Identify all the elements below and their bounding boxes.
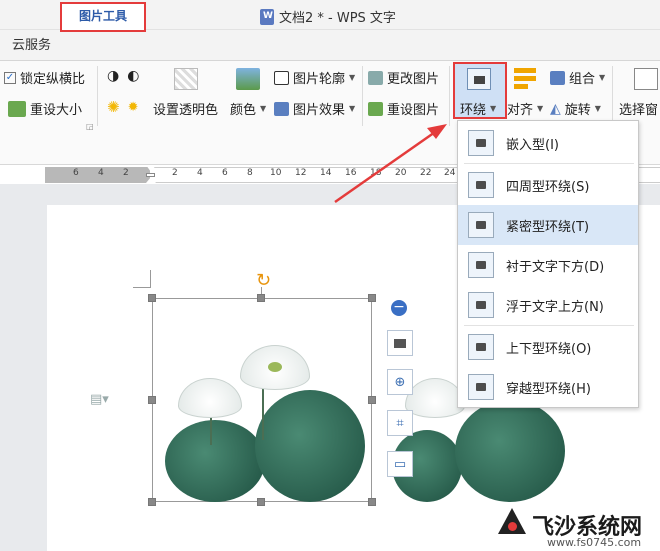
- menu-item-inline[interactable]: 嵌入型(I): [458, 123, 638, 163]
- behind-text-icon: [468, 252, 494, 278]
- menu-item-label: 紧密型环绕(T): [506, 219, 590, 235]
- through-wrap-icon: [468, 374, 494, 400]
- tight-wrap-icon: [468, 212, 494, 238]
- menu-item-label: 穿越型环绕(H): [506, 381, 591, 397]
- inline-wrap-icon: [468, 130, 494, 156]
- menu-item-label: 衬于文字下方(D): [506, 259, 605, 275]
- menu-item-in-front-of-text[interactable]: 浮于文字上方(N): [458, 285, 638, 325]
- menu-item-square[interactable]: 四周型环绕(S): [458, 165, 638, 205]
- menu-item-tight[interactable]: 紧密型环绕(T): [458, 205, 638, 245]
- menu-item-label: 浮于文字上方(N): [506, 299, 604, 315]
- watermark-url: www.fs0745.com: [547, 536, 642, 549]
- menu-item-top-bottom[interactable]: 上下型环绕(O): [458, 327, 638, 367]
- menu-item-through[interactable]: 穿越型环绕(H): [458, 367, 638, 407]
- menu-divider: [464, 325, 634, 326]
- menu-item-behind-text[interactable]: 衬于文字下方(D): [458, 245, 638, 285]
- menu-item-label: 嵌入型(I): [506, 137, 559, 153]
- menu-item-label: 四周型环绕(S): [506, 179, 590, 195]
- watermark-logo-icon: [498, 508, 528, 538]
- menu-item-label: 上下型环绕(O): [506, 341, 592, 357]
- wrap-dropdown-menu: 嵌入型(I) 四周型环绕(S) 紧密型环绕(T) 衬于文字下方(D) 浮于文字上…: [457, 120, 639, 408]
- in-front-text-icon: [468, 292, 494, 318]
- menu-divider: [464, 163, 634, 164]
- top-bottom-wrap-icon: [468, 334, 494, 360]
- square-wrap-icon: [468, 172, 494, 198]
